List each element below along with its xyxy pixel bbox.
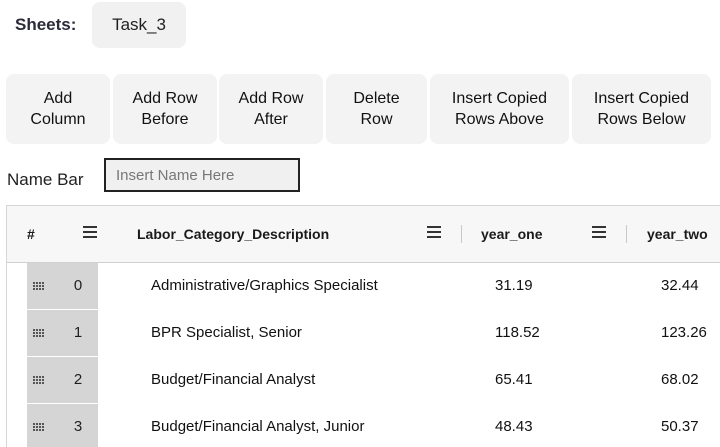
- data-grid: # Labor_Category_Description year_one ye…: [6, 205, 720, 447]
- name-bar-input[interactable]: [104, 158, 300, 192]
- column-resize-handle[interactable]: [461, 225, 462, 243]
- sheets-label: Sheets:: [15, 15, 77, 34]
- name-bar-label: Name Bar: [7, 170, 84, 189]
- drag-handle-icon[interactable]: [33, 423, 45, 431]
- row-index: 0: [73, 277, 83, 294]
- cell-description[interactable]: Budget/Financial Analyst, Junior: [151, 404, 364, 447]
- column-header-index: #: [27, 226, 35, 242]
- column-header-labor-category-description[interactable]: Labor_Category_Description: [137, 206, 329, 262]
- table-row[interactable]: 0 Administrative/Graphics Specialist 31.…: [7, 263, 720, 311]
- index-column-menu-icon[interactable]: [83, 226, 97, 238]
- insert-copied-rows-below-label: Insert Copied Rows Below: [593, 90, 690, 128]
- table-row[interactable]: 3 Budget/Financial Analyst, Junior 48.43…: [7, 404, 720, 447]
- sheet-tab-task-3[interactable]: Task_3: [92, 2, 186, 48]
- cell-year-one[interactable]: 118.52: [495, 310, 540, 356]
- row-index: 2: [73, 371, 83, 388]
- cell-year-two[interactable]: 50.37: [661, 404, 699, 447]
- cell-year-one[interactable]: 48.43: [495, 404, 533, 447]
- add-row-after-button[interactable]: Add Row After: [219, 74, 323, 144]
- cell-description[interactable]: Administrative/Graphics Specialist: [151, 263, 378, 309]
- add-column-button[interactable]: Add Column: [6, 74, 110, 144]
- column-resize-handle[interactable]: [626, 225, 627, 243]
- insert-copied-rows-below-button[interactable]: Insert Copied Rows Below: [572, 74, 711, 144]
- delete-row-button[interactable]: Delete Row: [326, 74, 427, 144]
- toolbar: Add Column Add Row Before Add Row After …: [6, 74, 720, 144]
- add-row-before-label: Add Row Before: [132, 90, 198, 128]
- cell-year-two[interactable]: 123.26: [661, 310, 707, 356]
- table-row[interactable]: 1 BPR Specialist, Senior 118.52 123.26: [7, 310, 720, 358]
- insert-copied-rows-above-button[interactable]: Insert Copied Rows Above: [430, 74, 569, 144]
- year-one-column-menu-icon[interactable]: [592, 226, 606, 238]
- cell-year-one[interactable]: 65.41: [495, 357, 533, 403]
- cell-year-one[interactable]: 31.19: [495, 263, 533, 309]
- description-column-menu-icon[interactable]: [427, 226, 441, 238]
- drag-handle-icon[interactable]: [33, 376, 45, 384]
- drag-handle-icon[interactable]: [33, 282, 45, 290]
- cell-description[interactable]: BPR Specialist, Senior: [151, 310, 302, 356]
- table-row[interactable]: 2 Budget/Financial Analyst 65.41 68.02: [7, 357, 720, 405]
- column-header-year-one[interactable]: year_one: [481, 206, 542, 262]
- column-header-year-two[interactable]: year_two: [647, 206, 708, 262]
- row-index: 3: [73, 418, 83, 435]
- cell-description[interactable]: Budget/Financial Analyst: [151, 357, 315, 403]
- add-column-label: Add Column: [30, 90, 86, 128]
- cell-year-two[interactable]: 32.44: [661, 263, 699, 309]
- add-row-after-label: Add Row After: [238, 90, 304, 128]
- cell-year-two[interactable]: 68.02: [661, 357, 699, 403]
- insert-copied-rows-above-label: Insert Copied Rows Above: [451, 90, 548, 128]
- add-row-before-button[interactable]: Add Row Before: [113, 74, 217, 144]
- drag-handle-icon[interactable]: [33, 329, 45, 337]
- delete-row-label: Delete Row: [353, 90, 400, 128]
- row-index: 1: [73, 324, 83, 341]
- grid-header: # Labor_Category_Description year_one ye…: [7, 206, 720, 263]
